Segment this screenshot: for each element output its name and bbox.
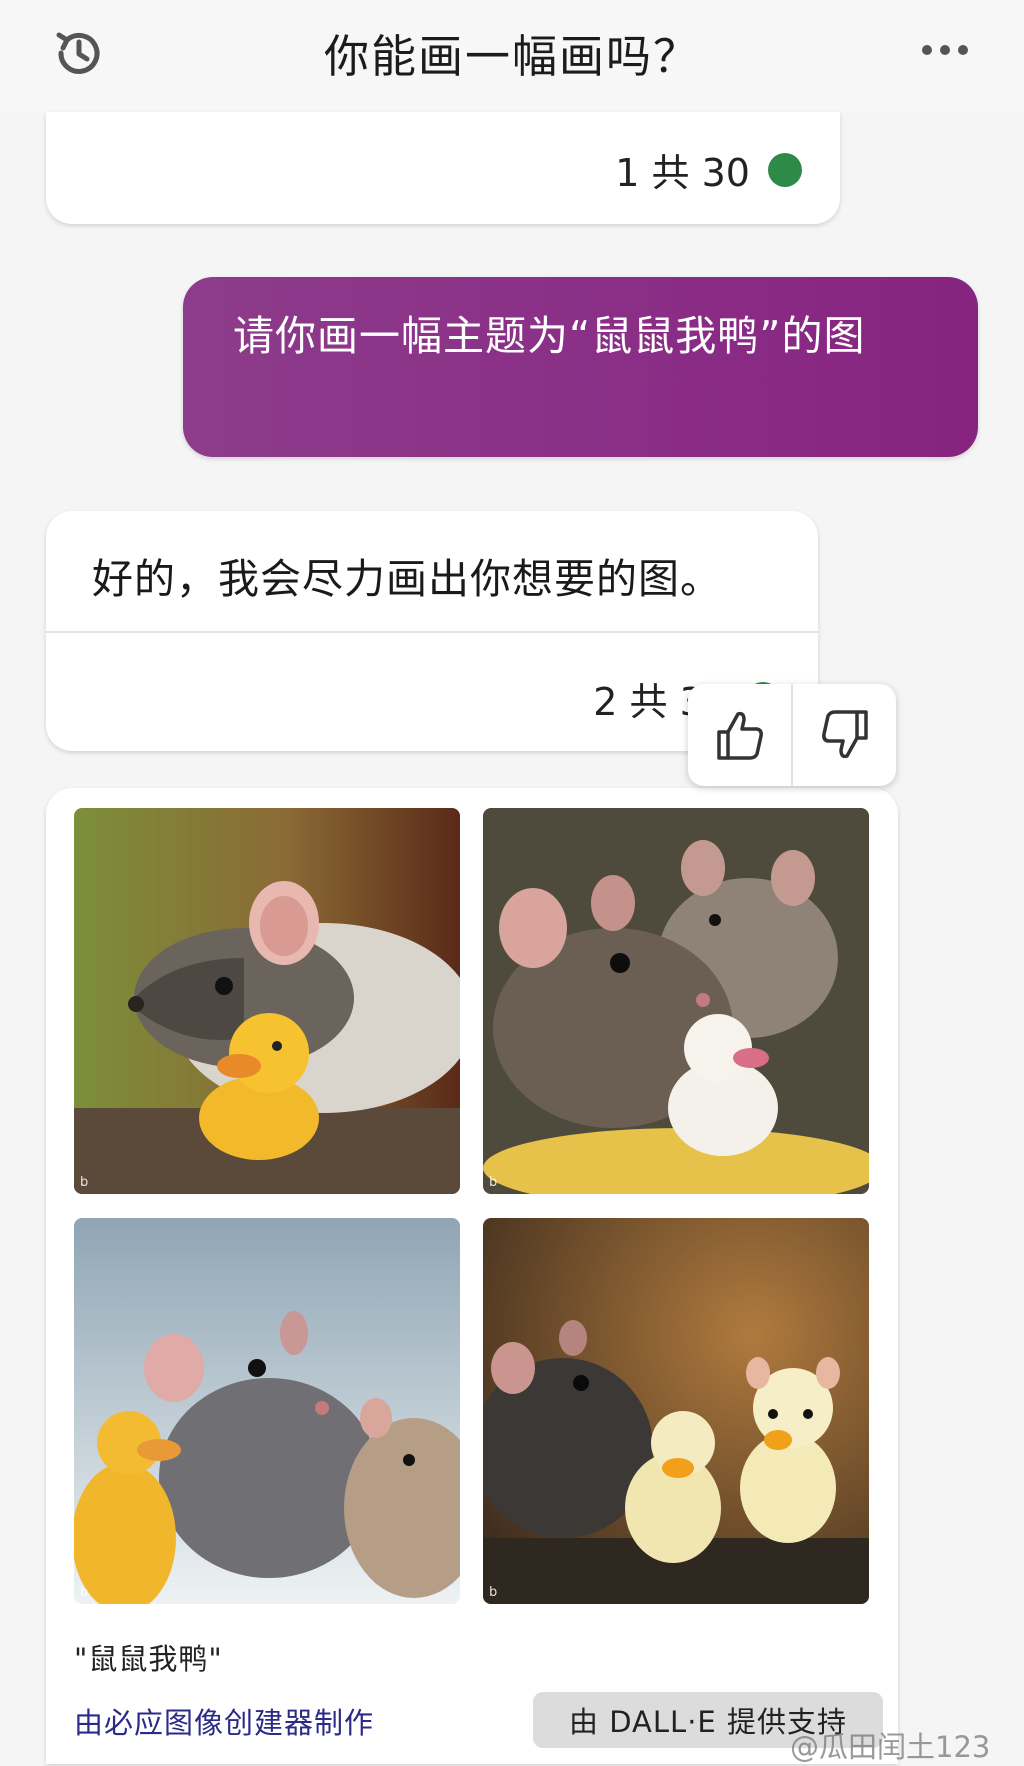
response-counter: 1 共 30 <box>615 142 802 197</box>
bing-watermark-icon: b <box>489 1175 498 1190</box>
more-dots-icon <box>922 45 932 55</box>
divider <box>46 631 818 633</box>
image-rat-duck-3 <box>74 1218 460 1604</box>
bing-watermark-icon: b <box>489 1585 498 1600</box>
generated-image-4[interactable]: b <box>483 1218 869 1604</box>
generated-image-1[interactable]: b <box>74 808 460 1194</box>
watermark-text: @瓜田闰土123 <box>790 1730 991 1764</box>
thumbs-down-icon <box>821 710 868 759</box>
user-message-text: 请你画一幅主题为“鼠鼠我鸭”的图 <box>233 312 866 360</box>
like-button[interactable] <box>688 684 791 786</box>
image-creator-link[interactable]: 由必应图像创建器制作 <box>74 1700 374 1742</box>
dislike-button[interactable] <box>793 684 896 786</box>
image-rat-duck-2 <box>483 808 869 1194</box>
bing-watermark-icon: b <box>80 1175 89 1190</box>
feedback-popover <box>688 684 896 786</box>
bing-watermark-icon: b <box>80 1585 89 1600</box>
image-rat-duck-4 <box>483 1218 869 1604</box>
user-message-bubble: 请你画一幅主题为“鼠鼠我鸭”的图 <box>183 277 978 457</box>
image-caption: "鼠鼠我鸭" <box>74 1642 223 1676</box>
generated-image-2[interactable]: b <box>483 808 869 1194</box>
bot-message-text: 好的，我会尽力画出你想要的图。 <box>92 555 722 603</box>
image-rat-duck-1 <box>74 808 460 1194</box>
previous-response-card: 1 共 30 <box>46 112 840 224</box>
more-options-button[interactable] <box>910 28 980 72</box>
generated-images-card: b b b b "鼠鼠我鸭" 由必应图像创建器制作 由 DALL·E 提供支持 <box>46 788 898 1764</box>
page-title: 你能画一幅画吗？ <box>323 30 700 83</box>
thumbs-up-icon <box>716 711 763 760</box>
status-dot-icon <box>768 152 802 187</box>
generated-image-3[interactable]: b <box>74 1218 460 1604</box>
top-bar: 你能画一幅画吗？ <box>0 0 1024 112</box>
